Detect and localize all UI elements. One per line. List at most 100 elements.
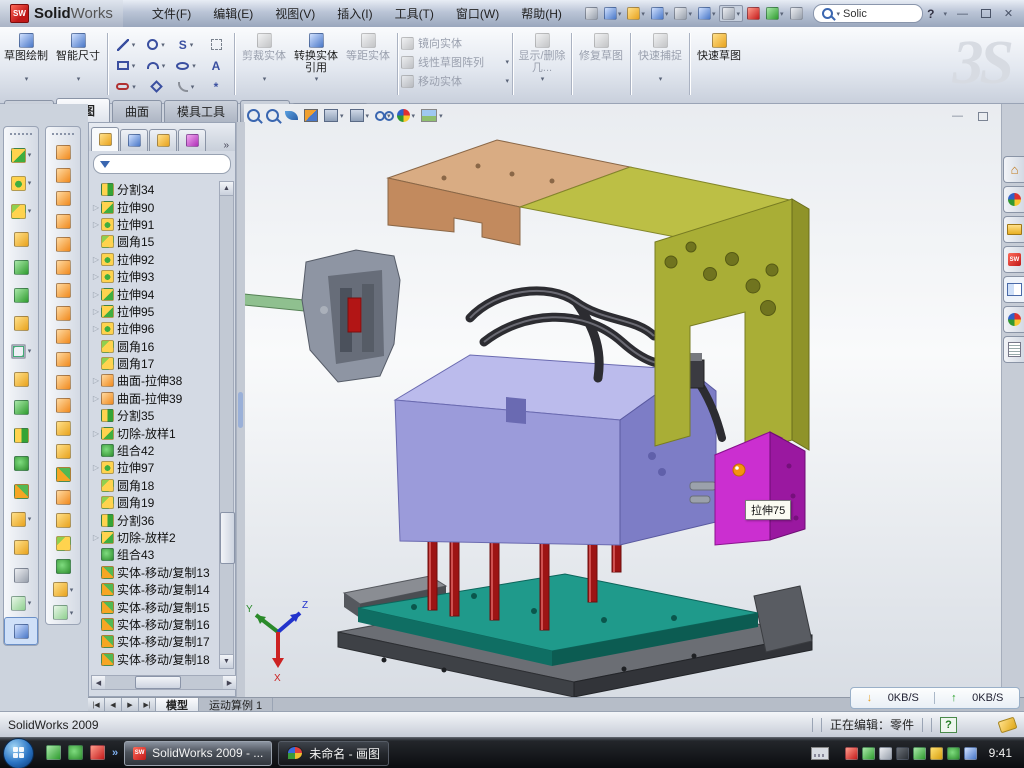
- chevron-down-icon[interactable]: ▾: [439, 112, 443, 120]
- expand-arrow-icon[interactable]: ▷: [91, 272, 101, 281]
- tree-item[interactable]: 实体-移动/复制13: [91, 564, 223, 581]
- shell-button[interactable]: [4, 253, 38, 281]
- apply-scene-button[interactable]: ▾: [420, 108, 444, 123]
- panel-splitter[interactable]: [236, 122, 245, 697]
- model-canvas[interactable]: Y Z X: [244, 104, 1001, 697]
- tree-item[interactable]: ▷曲面-拉伸39: [91, 390, 223, 407]
- text-tool[interactable]: A: [201, 55, 231, 76]
- reference-geometry-button[interactable]: ▾: [4, 505, 38, 533]
- chevron-down-icon[interactable]: ▾: [541, 74, 545, 86]
- fm-tab-configurationmanager[interactable]: [149, 129, 177, 151]
- untrim-surface-button[interactable]: [46, 509, 80, 532]
- chevron-down-icon[interactable]: ▾: [70, 609, 74, 617]
- toolbar-grip-icon[interactable]: [52, 133, 74, 138]
- chevron-down-icon[interactable]: ▾: [77, 74, 81, 86]
- circle-tool[interactable]: ▾: [141, 34, 171, 55]
- tree-item[interactable]: ▷拉伸96: [91, 320, 223, 337]
- scroll-down-icon[interactable]: ▼: [220, 654, 233, 668]
- chevron-down-icon[interactable]: ▾: [641, 10, 645, 18]
- menu-item[interactable]: 帮助(H): [510, 1, 573, 26]
- doc-restore-button[interactable]: [975, 110, 990, 122]
- tree-item[interactable]: ▷切除-放样1: [91, 424, 223, 441]
- trim-surface-button[interactable]: [46, 486, 80, 509]
- expand-arrow-icon[interactable]: ▷: [91, 429, 101, 438]
- first-tab-button[interactable]: |◀: [88, 698, 105, 712]
- planar-surface-button[interactable]: [46, 279, 80, 302]
- extruded-surface-button[interactable]: [46, 325, 80, 348]
- tree-item[interactable]: ▷拉伸93: [91, 268, 223, 285]
- tree-item[interactable]: ▷拉伸91: [91, 216, 223, 233]
- chevron-down-icon[interactable]: ▾: [132, 83, 136, 91]
- taskpane-tab-file-explorer[interactable]: SW: [1003, 246, 1024, 273]
- quick-launch-overflow-icon[interactable]: »: [112, 747, 118, 759]
- mirror-button[interactable]: [4, 393, 38, 421]
- options-checklist-icon[interactable]: ▾: [764, 6, 786, 21]
- menu-item[interactable]: 视图(V): [264, 1, 326, 26]
- tree-item[interactable]: ▷拉伸90: [91, 198, 223, 215]
- ime-keyboard-icon[interactable]: [811, 747, 829, 760]
- tree-item[interactable]: 组合42: [91, 442, 223, 459]
- fm-tab-propertymanager[interactable]: [120, 129, 148, 151]
- expand-arrow-icon[interactable]: ▷: [91, 203, 101, 212]
- mid-surface-button[interactable]: [46, 440, 80, 463]
- tab-运动算例 1[interactable]: 运动算例 1: [199, 698, 273, 712]
- fm-tab-dimxpertmanager[interactable]: [178, 129, 206, 151]
- prev-tab-button[interactable]: ◀: [105, 698, 122, 712]
- tree-vertical-scrollbar[interactable]: ▲ ▼: [219, 181, 234, 669]
- tree-item[interactable]: 分割34: [91, 181, 223, 198]
- view-orientation-button[interactable]: ▾: [323, 108, 345, 123]
- tree-item[interactable]: 圆角19: [91, 494, 223, 511]
- chevron-down-icon[interactable]: ▾: [736, 10, 740, 18]
- fillet-button[interactable]: ▾: [4, 197, 38, 225]
- tab-模型[interactable]: 模型: [156, 698, 199, 712]
- expand-arrow-icon[interactable]: ▷: [91, 463, 101, 472]
- split-button[interactable]: [4, 421, 38, 449]
- volume-icon[interactable]: [896, 747, 909, 760]
- tree-item[interactable]: ▷曲面-拉伸38: [91, 372, 223, 389]
- tree-item[interactable]: 实体-移动/复制18: [91, 651, 223, 667]
- curve-button[interactable]: ▾: [46, 601, 80, 624]
- chevron-down-icon[interactable]: ▾: [28, 151, 32, 159]
- replace-face-button[interactable]: [46, 417, 80, 440]
- tree-item[interactable]: ▷拉伸97: [91, 459, 223, 476]
- tag-icon[interactable]: [998, 716, 1018, 733]
- menu-item[interactable]: 文件(F): [141, 1, 202, 26]
- tree-item[interactable]: 实体-移动/复制17: [91, 633, 223, 650]
- taskpane-tab-solidworks-resources[interactable]: [1003, 186, 1024, 213]
- chevron-down-icon[interactable]: ▾: [505, 58, 509, 66]
- extend-surface-button[interactable]: [46, 371, 80, 394]
- tree-item[interactable]: 组合43: [91, 546, 223, 563]
- chevron-down-icon[interactable]: ▾: [659, 74, 663, 86]
- sketch-fillet-tool[interactable]: ▾: [171, 76, 201, 97]
- warning-icon[interactable]: [930, 747, 943, 760]
- tree-item[interactable]: 实体-移动/复制14: [91, 581, 223, 598]
- taskpane-tab-view-palette[interactable]: [1003, 276, 1024, 303]
- chevron-down-icon[interactable]: ▾: [837, 10, 841, 18]
- tree-horizontal-scrollbar[interactable]: ◀ ▶: [91, 675, 237, 690]
- graphics-viewport[interactable]: Y Z X: [244, 104, 1001, 697]
- reference-geometry-button[interactable]: ▾: [46, 578, 80, 601]
- part-slide-block-magenta[interactable]: [715, 432, 805, 545]
- expand-arrow-icon[interactable]: ▷: [91, 324, 101, 333]
- radiate-surface-button[interactable]: [46, 348, 80, 371]
- taskbar-clock[interactable]: 9:41: [989, 746, 1018, 760]
- shield-plus-icon[interactable]: [947, 747, 960, 760]
- arc-tool[interactable]: ▾: [141, 55, 171, 76]
- minimize-button[interactable]: —: [955, 8, 970, 20]
- tree-item[interactable]: 实体-移动/复制15: [91, 598, 223, 615]
- chevron-down-icon[interactable]: ▾: [191, 83, 195, 91]
- chevron-down-icon[interactable]: ▾: [505, 77, 509, 85]
- chevron-down-icon[interactable]: ▾: [28, 179, 32, 187]
- rebuild-traffic-light-icon[interactable]: [745, 6, 762, 21]
- network-phone-icon[interactable]: [913, 747, 926, 760]
- doc-minimize-button[interactable]: —: [950, 110, 965, 122]
- appearances-button[interactable]: ▾: [396, 108, 417, 123]
- boundary-surface-button[interactable]: [46, 187, 80, 210]
- point-tool[interactable]: *: [201, 76, 231, 97]
- move-copy-body-button[interactable]: [4, 477, 38, 505]
- tree-item[interactable]: ▷拉伸94: [91, 285, 223, 302]
- certificate-icon[interactable]: [879, 747, 892, 760]
- combine-button[interactable]: [4, 449, 38, 477]
- quick-tips-icon[interactable]: ?: [940, 717, 957, 733]
- boss-extrude-button[interactable]: ▾: [4, 141, 38, 169]
